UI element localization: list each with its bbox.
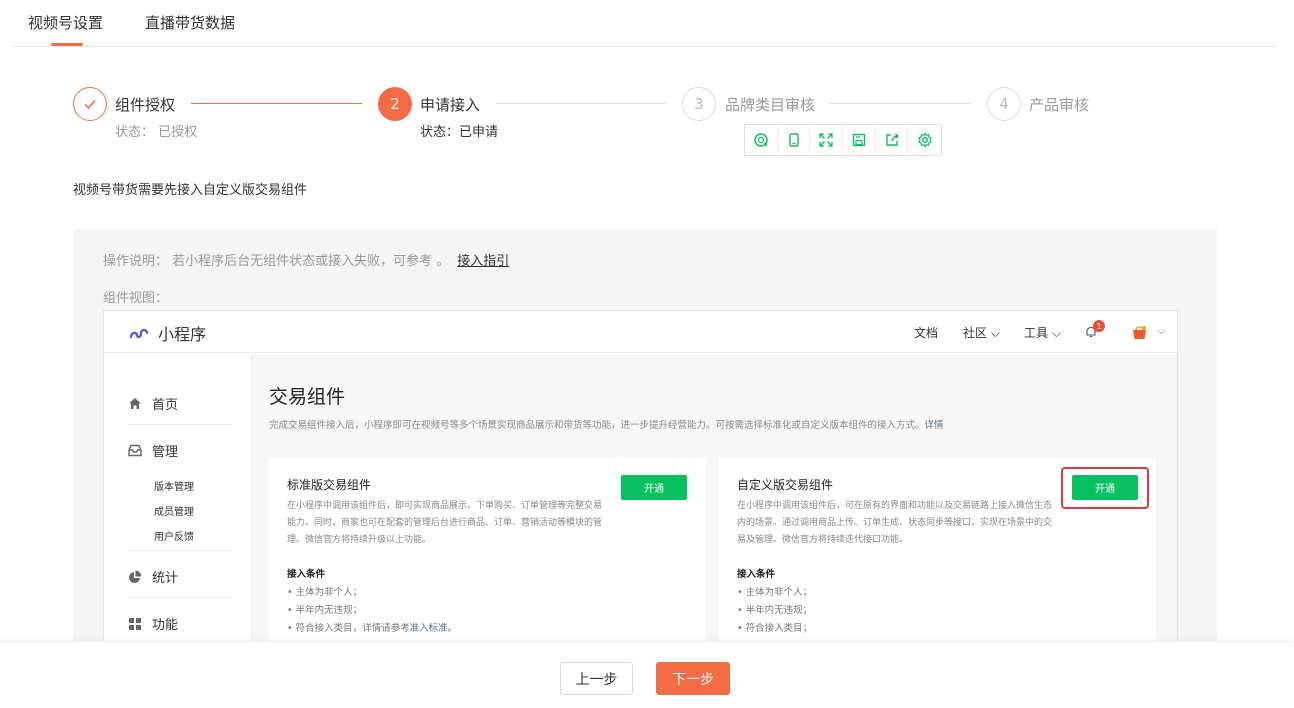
share-icon[interactable]: [876, 125, 909, 155]
sidebar-item-label: 首页: [152, 398, 179, 413]
preview-main: 交易组件 完成交易组件接入后，小程序即可在视频号等多个场景实现商品展示和带货等功…: [253, 354, 1177, 649]
intro-text-body: 完成交易组件接入后，小程序即可在视频号等多个场景实现商品展示和带货等功能，进一步…: [269, 420, 925, 431]
preview-body: 首页 管理 版本管理 成员管理 用户反馈 统计 功能 交易组件 完成交易组件接入…: [104, 354, 1177, 649]
step-1-check-icon: [73, 87, 107, 121]
admission-standard-link[interactable]: 准入标准。: [410, 623, 458, 634]
nav-docs[interactable]: 文档: [914, 324, 938, 341]
condition-item-text: 主体为非个人；: [295, 587, 363, 598]
step-3-number: 3: [682, 87, 716, 121]
sidebar-item-stats[interactable]: 统计: [128, 567, 178, 586]
step-2-number: 2: [378, 87, 412, 121]
condition-item: • 半年内无违规；: [287, 605, 363, 616]
sidebar-item-features[interactable]: 功能: [128, 614, 178, 633]
preview-header: 小程序 文档 社区 ⌵ 工具 ⌵ 1 ⌵: [104, 311, 1177, 353]
conditions-title: 接入条件: [287, 569, 326, 580]
condition-item: • 主体为非个人；: [737, 587, 813, 598]
operation-instructions-text: 操作说明： 若小程序后台无组件状态或接入失败，可参考 。: [103, 254, 450, 269]
miniprogram-preview: 小程序 文档 社区 ⌵ 工具 ⌵ 1 ⌵ 首页 管理 版本管理 成员管理 用户反…: [103, 310, 1178, 650]
step-connector: [191, 103, 362, 104]
condition-item: • 符合接入类目；: [737, 623, 813, 634]
step-connector: [496, 103, 666, 104]
sidebar-item-label: 管理: [152, 445, 179, 460]
card-description: 在小程序中调用该组件后，即可实现商品展示、下单购买、订单管理等完整交易能力。同时…: [287, 501, 603, 545]
page-title: 交易组件: [269, 386, 346, 408]
pie-chart-icon: [129, 570, 142, 583]
nav-tools-label: 工具: [1024, 326, 1049, 340]
nav-community-label: 社区: [963, 326, 988, 340]
settings-icon[interactable]: [908, 125, 941, 155]
sidebar-item-label: 统计: [152, 571, 179, 586]
sidebar-divider: [128, 424, 232, 425]
intro-text: 完成交易组件接入后，小程序即可在视频号等多个场景实现商品展示和带货等功能，进一步…: [269, 417, 944, 431]
inbox-icon: [128, 444, 142, 457]
sidebar-divider: [128, 597, 232, 598]
previous-step-button[interactable]: 上一步: [560, 662, 633, 695]
sidebar-subitem-members[interactable]: 成员管理: [154, 503, 194, 518]
sidebar-divider: [128, 550, 232, 551]
tab-video-settings[interactable]: 视频号设置: [28, 12, 103, 33]
step-connector: [829, 103, 971, 104]
condition-item: • 主体为非个人；: [287, 587, 363, 598]
component-panel: 操作说明： 若小程序后台无组件状态或接入失败，可参考 。接入指引 组件视图： 小…: [73, 229, 1217, 650]
page-description: 视频号带货需要先接入自定义版交易组件: [73, 183, 308, 198]
home-icon: [129, 398, 141, 409]
step-1-status: 状态： 已授权: [115, 125, 198, 140]
miniprogram-logo-text: 小程序: [158, 325, 207, 344]
operation-instructions: 操作说明： 若小程序后台无组件状态或接入失败，可参考 。接入指引: [103, 250, 509, 269]
condition-item-text: 半年内无违规；: [295, 605, 363, 616]
card-title: 自定义版交易组件: [737, 478, 834, 492]
avatar[interactable]: [1131, 324, 1149, 340]
sidebar-item-manage[interactable]: 管理: [128, 441, 178, 460]
fullscreen-icon[interactable]: [810, 125, 844, 155]
footer-bar: 上一步 下一步: [0, 641, 1294, 708]
sidebar-item-home[interactable]: 首页: [128, 394, 178, 413]
activate-standard-button[interactable]: 开通: [621, 475, 687, 500]
notification-badge: 1: [1093, 320, 1105, 332]
phone-icon[interactable]: [778, 125, 811, 155]
card-title: 标准版交易组件: [287, 478, 372, 492]
condition-item: • 半年内无违规；: [737, 605, 813, 616]
condition-item: • 符合接入类目，详情请参考准入标准。: [287, 623, 458, 634]
card-description: 在小程序中调用该组件后，可在原有的界面和功能以及交易链路上接入微信生态内的场景。…: [737, 501, 1053, 545]
step-1-title: 组件授权: [115, 96, 176, 114]
next-step-button[interactable]: 下一步: [656, 662, 730, 695]
condition-item-text: 符合接入类目，详情请参考: [295, 623, 410, 634]
condition-item-text: 主体为非个人；: [745, 587, 813, 598]
search-icon[interactable]: [745, 125, 778, 155]
step-4-title: 产品审核: [1029, 96, 1090, 114]
sidebar-item-label: 功能: [152, 618, 179, 633]
miniprogram-logo-icon: [129, 328, 149, 339]
sidebar-subitem-feedback[interactable]: 用户反馈: [154, 528, 194, 543]
save-icon[interactable]: [843, 125, 876, 155]
step-2-status: 状态：已申请: [420, 125, 499, 140]
step-3-title: 品牌类目审核: [725, 96, 816, 114]
integration-guide-link[interactable]: 接入指引: [457, 254, 509, 269]
condition-item-text: 符合接入类目；: [745, 623, 813, 634]
highlight-box: [1061, 467, 1149, 509]
nav-community[interactable]: 社区 ⌵: [963, 324, 1000, 341]
tab-live-sales-data[interactable]: 直播带货数据: [145, 12, 235, 33]
miniprogram-logo: 小程序: [128, 321, 206, 345]
nav-tools[interactable]: 工具 ⌵: [1024, 324, 1061, 341]
details-link[interactable]: 详情: [925, 420, 944, 431]
conditions-title: 接入条件: [737, 569, 776, 580]
sidebar-subitem-version[interactable]: 版本管理: [154, 478, 194, 493]
condition-item-text: 半年内无违规；: [745, 605, 813, 616]
chevron-down-icon[interactable]: ⌵: [1157, 324, 1165, 338]
step-4-number: 4: [987, 87, 1021, 121]
preview-sidebar: 首页 管理 版本管理 成员管理 用户反馈 统计 功能: [104, 354, 252, 649]
standard-component-card: 标准版交易组件 在小程序中调用该组件后，即可实现商品展示、下单购买、订单管理等完…: [269, 458, 706, 649]
tab-bar: 视频号设置 直播带货数据: [13, 0, 1277, 47]
floating-toolbar: [744, 124, 942, 156]
grid-icon: [129, 617, 141, 630]
step-2-title: 申请接入: [420, 96, 481, 114]
component-view-label: 组件视图：: [103, 291, 169, 306]
active-tab-indicator: [51, 43, 83, 46]
